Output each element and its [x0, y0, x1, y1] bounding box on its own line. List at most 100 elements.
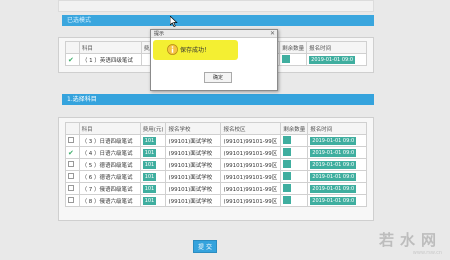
- school-cell: (99101)面试学校: [165, 146, 222, 159]
- watermark: 若水网 www.rsw.cn: [379, 229, 442, 256]
- time-badge: 2019-01-01 09:0: [310, 136, 357, 145]
- table-row[interactable]: （ 8 ）俄语六级笔试 101 (99101)面试学校 (99101)99101-99…: [65, 194, 367, 207]
- checkbox-cell[interactable]: ✔: [65, 53, 80, 66]
- remain-badge: [282, 54, 291, 63]
- fee-badge: 101: [142, 184, 157, 193]
- subject-cell: （ 3 ）日语四级笔试: [78, 134, 141, 147]
- checkbox[interactable]: [68, 172, 74, 179]
- column-header: 报名时间: [306, 41, 367, 54]
- time-badge: 2019-01-01 09:0: [310, 160, 357, 169]
- campus-cell: (99101)99101-99区: [220, 182, 282, 195]
- school-cell: (99101)面试学校: [165, 158, 222, 171]
- column-header: 报名时间: [307, 122, 367, 135]
- subject-cell: （ 7 ）俄语四级笔试: [78, 182, 141, 195]
- subject-list-table: 科目 费用(元) 报名学校 报名校区 剩余数量 报名时间 （ 3 ）日语四级笔试 101 (9…: [65, 122, 367, 207]
- fee-cell: 101: [139, 170, 167, 183]
- fee-badge: 101: [142, 148, 157, 157]
- watermark-url: www.rsw.cn: [412, 250, 442, 256]
- checkbox[interactable]: [68, 196, 74, 203]
- subject-cell: （ 1 ）英语四级笔试: [78, 53, 142, 66]
- remain-badge: [283, 183, 292, 192]
- table-row[interactable]: （ 3 ）日语四级笔试 101 (99101)面试学校 (99101)99101-99…: [65, 134, 367, 147]
- alert-dialog: 提示 ✕ 保存成功！ 确定: [150, 29, 278, 91]
- school-cell: (99101)面试学校: [165, 134, 222, 147]
- checkbox[interactable]: [68, 136, 74, 143]
- column-header: [65, 122, 80, 135]
- checkmark-icon[interactable]: ✔: [68, 56, 74, 64]
- table-row[interactable]: （ 5 ）德语四级笔试 101 (99101)面试学校 (99101)99101-99…: [65, 158, 367, 171]
- remain-badge: [283, 171, 292, 180]
- checkbox[interactable]: [68, 160, 74, 167]
- remain-cell: [280, 146, 309, 159]
- school-cell: (99101)面试学校: [165, 194, 222, 207]
- checkmark-icon[interactable]: ✔: [68, 149, 74, 157]
- checkbox-cell[interactable]: ✔: [65, 146, 80, 159]
- school-cell: (99101)面试学校: [165, 170, 222, 183]
- remain-cell: [280, 170, 309, 183]
- submit-button[interactable]: 提 交: [193, 240, 217, 253]
- close-icon[interactable]: ✕: [270, 30, 275, 38]
- time-cell: 2019-01-01 09:0: [307, 134, 367, 147]
- campus-cell: (99101)99101-99区: [220, 158, 282, 171]
- dialog-message: 保存成功！: [180, 47, 211, 54]
- subject-list-panel: 科目 费用(元) 报名学校 报名校区 剩余数量 报名时间 （ 3 ）日语四级笔试 101 (9…: [58, 117, 374, 221]
- column-header: 报名学校: [165, 122, 222, 135]
- remain-cell: [279, 53, 308, 66]
- campus-cell: (99101)99101-99区: [220, 194, 282, 207]
- time-cell: 2019-01-01 09:0: [307, 158, 367, 171]
- fee-cell: 101: [139, 194, 167, 207]
- subject-cell: （ 6 ）德语六级笔试: [78, 170, 141, 183]
- time-cell: 2019-01-01 09:0: [307, 194, 367, 207]
- fee-cell: 101: [139, 146, 167, 159]
- fee-badge: 101: [142, 172, 157, 181]
- watermark-logo: 若水网: [378, 231, 442, 249]
- table-row[interactable]: （ 6 ）德语六级笔试 101 (99101)面试学校 (99101)99101-99…: [65, 170, 367, 183]
- fee-cell: 101: [139, 182, 167, 195]
- fee-cell: 101: [139, 158, 167, 171]
- subject-cell: （ 5 ）德语四级笔试: [78, 158, 141, 171]
- selected-mode-header: 已选模式: [62, 15, 374, 26]
- column-header: 剩余数量: [280, 122, 309, 135]
- subject-cell: （ 4 ）日语六级笔试: [78, 146, 141, 159]
- checkbox-cell[interactable]: [65, 158, 80, 171]
- time-cell: 2019-01-01 09:0: [306, 53, 367, 66]
- school-cell: (99101)面试学校: [165, 182, 222, 195]
- dialog-title: 提示: [154, 31, 165, 37]
- ok-button[interactable]: 确定: [204, 72, 232, 83]
- fee-badge: 101: [142, 136, 157, 145]
- subject-cell: （ 8 ）俄语六级笔试: [78, 194, 141, 207]
- column-header: 费用(元): [139, 122, 167, 135]
- time-cell: 2019-01-01 09:0: [307, 170, 367, 183]
- top-panel-edge: [58, 0, 374, 12]
- table-row[interactable]: （ 7 ）俄语四级笔试 101 (99101)面试学校 (99101)99101-99…: [65, 182, 367, 195]
- campus-cell: (99101)99101-99区: [220, 170, 282, 183]
- fee-badge: 101: [142, 160, 157, 169]
- campus-cell: (99101)99101-99区: [220, 146, 282, 159]
- time-badge: 2019-01-01 09:0: [310, 184, 357, 193]
- column-header: [65, 41, 80, 54]
- time-cell: 2019-01-01 09:0: [307, 182, 367, 195]
- remain-cell: [280, 194, 309, 207]
- remain-cell: [280, 158, 309, 171]
- time-badge: 2019-01-01 09:0: [310, 196, 357, 205]
- checkbox-cell[interactable]: [65, 134, 80, 147]
- checkbox-cell[interactable]: [65, 170, 80, 183]
- table-row[interactable]: ✔ （ 4 ）日语六级笔试 101 (99101)面试学校 (99101)99101-9…: [65, 146, 367, 159]
- time-badge: 2019-01-01 09:0: [310, 148, 357, 157]
- remain-badge: [283, 147, 292, 156]
- dialog-header: 提示 ✕: [151, 30, 277, 38]
- remain-badge: [283, 195, 292, 204]
- mouse-cursor-icon: [170, 16, 178, 27]
- checkbox[interactable]: [68, 184, 74, 191]
- column-header: 剩余数量: [279, 41, 308, 54]
- fee-cell: 101: [139, 134, 167, 147]
- checkbox-cell[interactable]: [65, 194, 80, 207]
- fee-badge: 101: [142, 196, 157, 205]
- remain-badge: [283, 159, 292, 168]
- column-header: 报名校区: [220, 122, 282, 135]
- remain-cell: [280, 182, 309, 195]
- checkbox-cell[interactable]: [65, 182, 80, 195]
- remain-badge: [283, 135, 292, 144]
- info-icon: [167, 44, 178, 55]
- column-header: 科目: [78, 122, 141, 135]
